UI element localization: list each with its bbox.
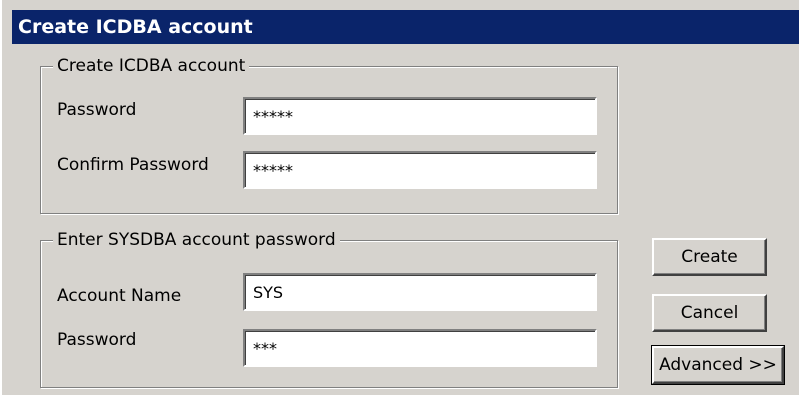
cancel-button[interactable]: Cancel (652, 294, 767, 332)
dialog-window: Create ICDBA account Create ICDBA accoun… (0, 0, 799, 395)
sysdba-group-label: Enter SYSDBA account password (53, 229, 340, 251)
sysdba-account-group: Enter SYSDBA account password Account Na… (40, 229, 618, 388)
icdba-password-field[interactable] (243, 97, 597, 135)
sysdba-password-label: Password (57, 330, 137, 350)
advanced-button[interactable]: Advanced >> (651, 345, 785, 385)
dialog-title: Create ICDBA account (18, 16, 253, 38)
create-button[interactable]: Create (652, 238, 767, 276)
sysdba-password-field[interactable] (243, 329, 597, 367)
icdba-group-label: Create ICDBA account (53, 55, 250, 77)
icdba-confirm-password-label: Confirm Password (57, 155, 209, 175)
account-name-label: Account Name (57, 286, 182, 306)
icdba-password-label: Password (57, 100, 137, 120)
icdba-account-group: Create ICDBA account Password Confirm Pa… (40, 55, 618, 214)
icdba-confirm-password-field[interactable] (243, 151, 597, 189)
title-bar: Create ICDBA account (12, 10, 799, 44)
account-name-field[interactable] (243, 273, 597, 311)
